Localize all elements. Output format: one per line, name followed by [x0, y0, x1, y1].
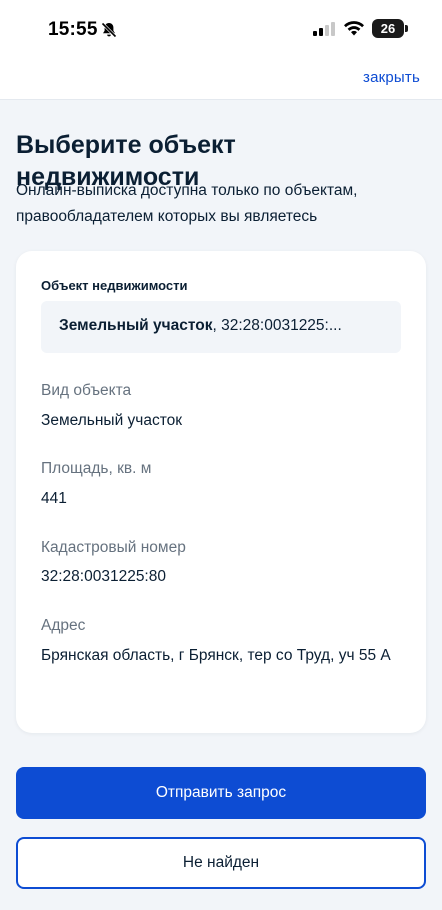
status-bar: 15:55 26 — [0, 0, 442, 60]
bell-off-icon — [100, 21, 118, 39]
battery-icon: 26 — [372, 19, 404, 38]
area-value: 441 — [41, 490, 67, 507]
close-link[interactable]: закрыть — [363, 69, 420, 86]
cadastral-label: Кадастровый номер — [41, 539, 186, 556]
page-description: Онлайн-выписка доступна только по объект… — [16, 182, 358, 225]
submit-request-button[interactable]: Отправить запрос — [16, 767, 426, 819]
not-found-button[interactable]: Не найден — [16, 837, 426, 889]
status-time: 15:55 — [48, 19, 98, 40]
object-card: Объект недвижимости Земельный участок, 3… — [16, 251, 426, 733]
signal-icon — [313, 22, 337, 36]
wifi-icon — [343, 19, 365, 37]
area-label: Площадь, кв. м — [41, 460, 152, 477]
battery-tip — [405, 25, 408, 32]
object-select-type: Земельный участок — [59, 317, 213, 334]
object-select-label: Объект недвижимости — [41, 278, 188, 293]
address-label: Адрес — [41, 617, 86, 634]
address-value: Брянская область, г Брянск, тер со Труд,… — [41, 647, 391, 664]
object-select-rest: , 32:28:0031225:... — [212, 317, 342, 334]
object-select[interactable]: Земельный участок, 32:28:0031225:... — [41, 301, 401, 353]
object-type-label: Вид объекта — [41, 382, 132, 399]
object-type-value: Земельный участок — [41, 412, 183, 429]
cadastral-value: 32:28:0031225:80 — [41, 568, 166, 585]
top-bar: закрыть — [0, 60, 442, 100]
